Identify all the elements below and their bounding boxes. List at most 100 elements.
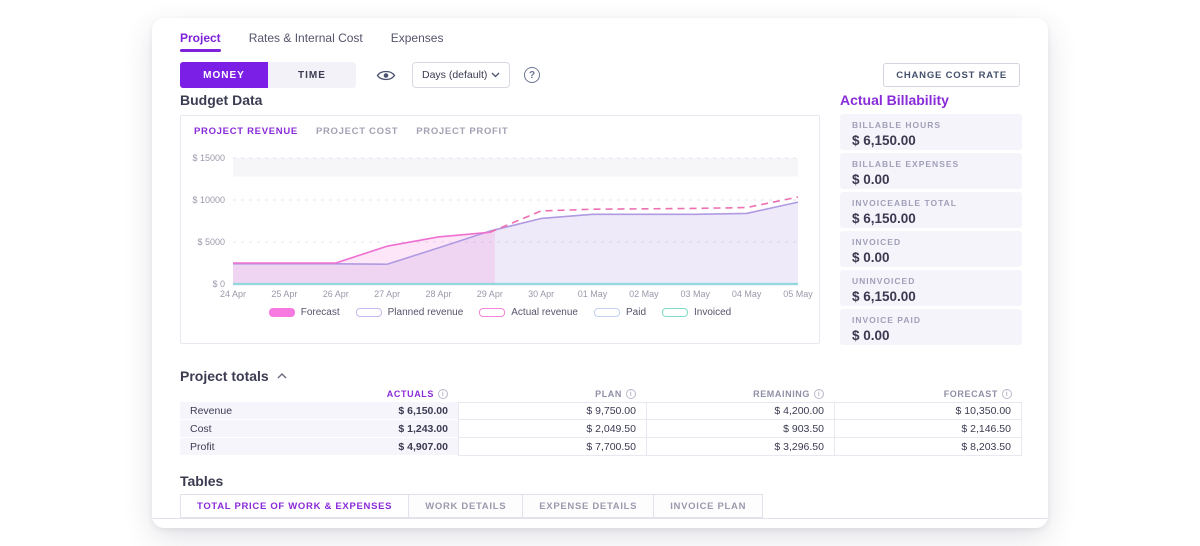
cost-plan: $ 2,049.50 xyxy=(458,420,646,438)
stat-label: INVOICEABLE TOTAL xyxy=(852,198,957,208)
top-nav-tabs: Project Rates & Internal Cost Expenses xyxy=(180,31,443,52)
legend-item-planned-revenue: Planned revenue xyxy=(355,307,464,318)
granularity-dropdown[interactable]: Days (default) xyxy=(412,62,510,88)
tab-project-revenue[interactable]: PROJECT REVENUE xyxy=(194,126,298,137)
row-label-revenue: Revenue xyxy=(180,402,270,420)
tab-expense-details[interactable]: EXPENSE DETAILS xyxy=(522,494,655,518)
tab-project-label: Project xyxy=(180,31,221,45)
tab-expenses[interactable]: Expenses xyxy=(391,31,444,52)
tables-divider xyxy=(152,518,1048,519)
stat-label: UNINVOICED xyxy=(852,276,916,286)
project-totals-header[interactable]: Project totals xyxy=(180,368,287,384)
column-header-remaining: REMAINING xyxy=(646,386,834,402)
svg-text:25 Apr: 25 Apr xyxy=(271,289,297,299)
profit-remaining: $ 3,296.50 xyxy=(646,438,834,456)
controls-row: MONEY TIME Days (default) CHANGE COST RA… xyxy=(180,62,1020,88)
info-icon[interactable] xyxy=(438,389,448,399)
legend-item-actual-revenue: Actual revenue xyxy=(479,307,578,318)
revenue-remaining: $ 4,200.00 xyxy=(646,402,834,420)
stat-value: $ 0.00 xyxy=(852,250,890,265)
chevron-up-icon xyxy=(277,373,287,379)
time-toggle-button[interactable]: TIME xyxy=(268,62,356,88)
profit-actuals: $ 4,907.00 xyxy=(270,438,458,456)
planned-revenue-swatch xyxy=(355,308,382,317)
column-header-forecast: FORECAST xyxy=(834,386,1022,402)
cost-actuals: $ 1,243.00 xyxy=(270,420,458,438)
tab-project-cost[interactable]: PROJECT COST xyxy=(316,126,398,137)
svg-text:$ 0: $ 0 xyxy=(212,279,225,289)
chart-legend: Forecast Planned revenue Actual revenue … xyxy=(181,307,819,318)
project-budget-panel: Project Rates & Internal Cost Expenses M… xyxy=(152,18,1048,528)
legend-label: Forecast xyxy=(300,307,340,318)
invoiced-card: INVOICED $ 0.00 xyxy=(840,231,1022,267)
svg-text:$ 15000: $ 15000 xyxy=(192,153,225,163)
legend-item-paid: Paid xyxy=(593,307,646,318)
svg-text:29 Apr: 29 Apr xyxy=(477,289,503,299)
billable-hours-card: BILLABLE HOURS $ 6,150.00 xyxy=(840,114,1022,150)
svg-text:$ 10000: $ 10000 xyxy=(192,195,225,205)
tab-work-details[interactable]: WORK DETAILS xyxy=(408,494,524,518)
uninvoiced-card: UNINVOICED $ 6,150.00 xyxy=(840,270,1022,306)
visibility-toggle[interactable] xyxy=(376,68,396,83)
svg-text:05 May: 05 May xyxy=(783,289,813,299)
row-label-profit: Profit xyxy=(180,438,270,456)
project-totals-table: ACTUALS PLAN REMAINING FORECAST Revenue … xyxy=(180,386,1022,456)
legend-item-invoiced: Invoiced xyxy=(662,307,731,318)
tab-invoice-plan[interactable]: INVOICE PLAN xyxy=(653,494,764,518)
revenue-plan: $ 9,750.00 xyxy=(458,402,646,420)
svg-text:03 May: 03 May xyxy=(681,289,711,299)
stat-value: $ 6,150.00 xyxy=(852,211,916,226)
budget-data-title: Budget Data xyxy=(180,92,263,108)
svg-text:28 Apr: 28 Apr xyxy=(425,289,451,299)
stat-label: INVOICED xyxy=(852,237,902,247)
actual-revenue-swatch xyxy=(479,308,506,317)
cost-forecast: $ 2,146.50 xyxy=(834,420,1022,438)
svg-text:26 Apr: 26 Apr xyxy=(323,289,349,299)
revenue-actuals: $ 6,150.00 xyxy=(270,402,458,420)
billability-cards: BILLABLE HOURS $ 6,150.00 BILLABLE EXPEN… xyxy=(840,114,1022,348)
cost-remaining: $ 903.50 xyxy=(646,420,834,438)
invoiced-swatch xyxy=(662,308,688,317)
legend-label: Invoiced xyxy=(694,307,732,318)
profit-plan: $ 7,700.50 xyxy=(458,438,646,456)
change-cost-rate-button[interactable]: CHANGE COST RATE xyxy=(883,63,1020,87)
svg-text:04 May: 04 May xyxy=(732,289,762,299)
paid-swatch xyxy=(593,308,620,317)
tab-rates-internal-cost[interactable]: Rates & Internal Cost xyxy=(249,31,363,52)
tab-total-price-of-work-expenses[interactable]: TOTAL PRICE OF WORK & EXPENSES xyxy=(180,494,410,518)
tables-tab-bar: TOTAL PRICE OF WORK & EXPENSES WORK DETA… xyxy=(180,494,764,518)
budget-chart-card: PROJECT REVENUE PROJECT COST PROJECT PRO… xyxy=(180,115,820,344)
profit-forecast: $ 8,203.50 xyxy=(834,438,1022,456)
help-icon[interactable] xyxy=(524,67,540,83)
row-label-cost: Cost xyxy=(180,420,270,438)
revenue-forecast: $ 10,350.00 xyxy=(834,402,1022,420)
tab-project-profit[interactable]: PROJECT PROFIT xyxy=(416,126,508,137)
forecast-swatch xyxy=(268,308,295,317)
budget-chart-svg: $ 0 $ 5000 $ 10000 $ 15000 24 Apr 25 Apr 26 Ap… xyxy=(192,153,813,299)
project-totals-title: Project totals xyxy=(180,368,269,384)
money-toggle-button[interactable]: MONEY xyxy=(180,62,268,88)
invoiceable-total-card: INVOICEABLE TOTAL $ 6,150.00 xyxy=(840,192,1022,228)
svg-text:01 May: 01 May xyxy=(578,289,608,299)
stat-label: BILLABLE EXPENSES xyxy=(852,159,960,169)
svg-text:02 May: 02 May xyxy=(629,289,659,299)
stat-value: $ 6,150.00 xyxy=(852,133,916,148)
tab-rates-label: Rates & Internal Cost xyxy=(248,31,363,45)
legend-item-forecast: Forecast xyxy=(268,307,340,318)
budget-chart: $ 0 $ 5000 $ 10000 $ 15000 24 Apr 25 Apr 26 Ap… xyxy=(181,141,819,303)
eye-icon xyxy=(376,70,396,80)
invoice-paid-card: INVOICE PAID $ 0.00 xyxy=(840,309,1022,345)
legend-label: Planned revenue xyxy=(387,307,464,318)
tab-project[interactable]: Project xyxy=(180,31,221,52)
legend-label: Paid xyxy=(625,307,646,318)
active-tab-underline xyxy=(180,49,221,52)
column-header-plan: PLAN xyxy=(458,386,646,402)
info-icon[interactable] xyxy=(814,389,824,399)
chevron-down-icon xyxy=(491,72,500,78)
stat-value: $ 6,150.00 xyxy=(852,289,916,304)
stat-label: BILLABLE HOURS xyxy=(852,120,942,130)
stat-value: $ 0.00 xyxy=(852,172,890,187)
svg-text:24 Apr: 24 Apr xyxy=(220,289,246,299)
info-icon[interactable] xyxy=(626,389,636,399)
info-icon[interactable] xyxy=(1002,389,1012,399)
